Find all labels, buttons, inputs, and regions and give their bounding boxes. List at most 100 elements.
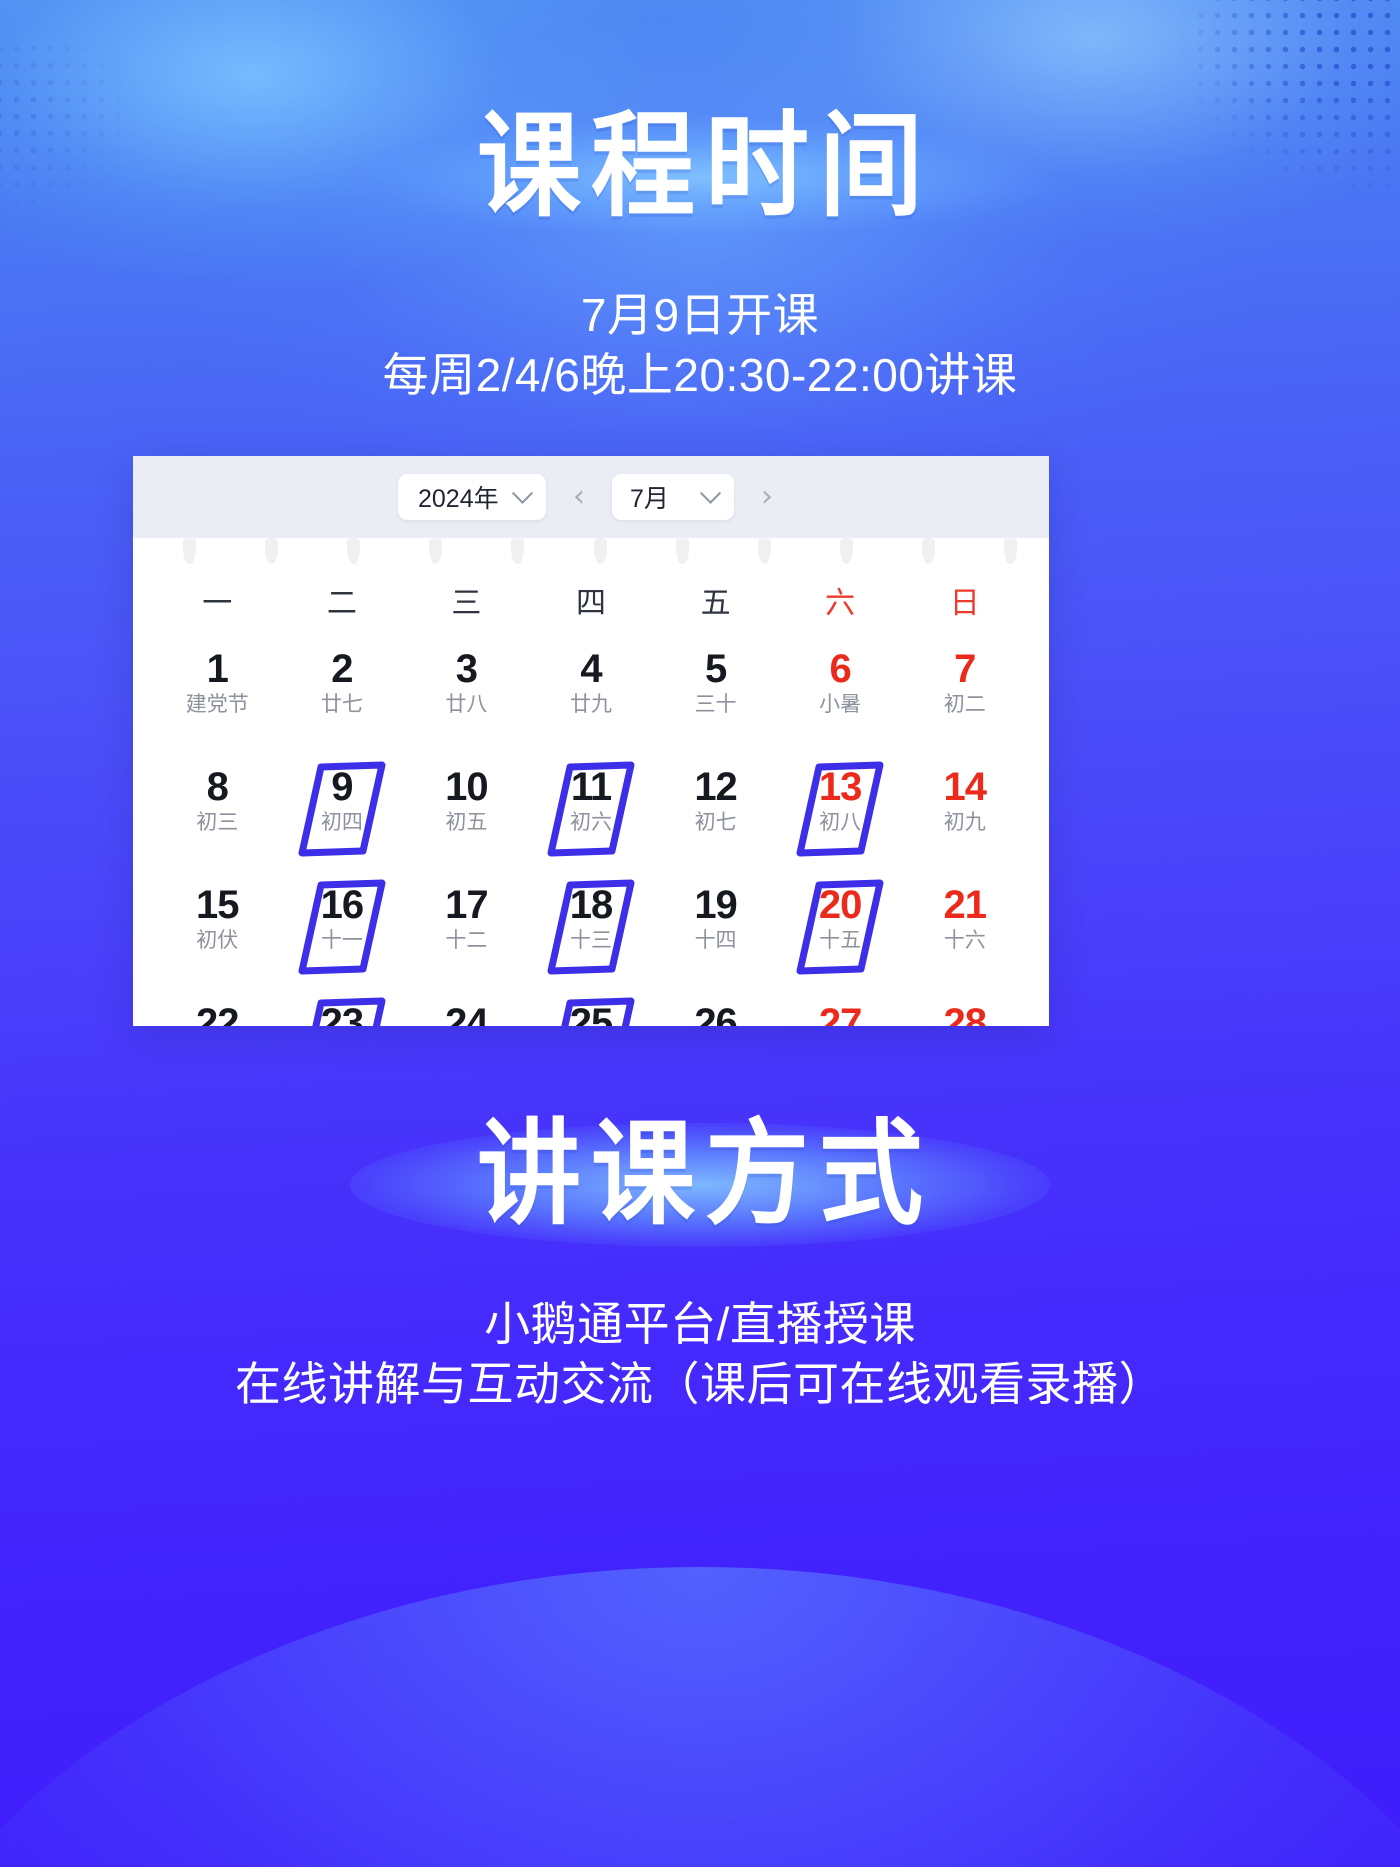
calendar-day-lunar: 三十 bbox=[694, 693, 737, 717]
calendar-hanging-tags bbox=[155, 538, 1027, 566]
calendar-day-number: 13 bbox=[818, 765, 862, 809]
calendar-day-lunar: 初四 bbox=[320, 811, 363, 835]
calendar-weekday-1: 一 bbox=[202, 587, 233, 620]
calendar-day-4[interactable]: 4 廿九 bbox=[529, 642, 654, 740]
calendar-day-3[interactable]: 3 廿八 bbox=[404, 642, 529, 740]
calendar-week-row: 22大暑23十八24十九25中伏26廿一27廿二28廿三 bbox=[155, 996, 1027, 1026]
calendar-day-number: 21 bbox=[943, 883, 986, 927]
method-title: 讲课方式 bbox=[476, 1111, 933, 1239]
calendar-tag-icon bbox=[1004, 538, 1018, 564]
calendar-tag-icon bbox=[347, 538, 361, 564]
calendar-day-8[interactable]: 8 初三 bbox=[155, 760, 280, 858]
calendar-day-lunar: 廿九 bbox=[569, 693, 612, 717]
poster-root: 课程时间 7月9日开课 每周2/4/6晚上20:30-22:00讲课 2024年… bbox=[0, 0, 1400, 1867]
calendar-week-row: 8 初三 9 初四 10 初五 11 初六 12 初七 13 初八 14 初九 bbox=[155, 760, 1027, 858]
calendar-body: 一二三四五六日 1 建党节 2 廿七 3 廿八 4 廿九 5 三十 6 小暑 7 初二 8 初三 9 初四 10 初五… bbox=[133, 538, 1049, 1026]
prev-month-button[interactable]: ‹ bbox=[562, 480, 596, 514]
calendar-header: 2024年 ‹ 7月 › bbox=[133, 456, 1049, 538]
calendar-day-10[interactable]: 10 初五 bbox=[404, 760, 529, 858]
calendar-day-number: 9 bbox=[331, 765, 353, 809]
calendar-day-lunar: 初二 bbox=[943, 693, 986, 717]
month-select[interactable]: 7月 bbox=[612, 474, 734, 520]
calendar-day-number: 11 bbox=[570, 765, 612, 809]
calendar-day-15[interactable]: 15 初伏 bbox=[155, 878, 280, 976]
method-detail-line: 在线讲解与互动交流（课后可在线观看录播） bbox=[235, 1357, 1165, 1410]
calendar-day-21[interactable]: 21 十六 bbox=[902, 878, 1027, 976]
calendar-day-lunar: 十一 bbox=[320, 929, 363, 953]
calendar-week-row: 1 建党节 2 廿七 3 廿八 4 廿九 5 三十 6 小暑 7 初二 bbox=[155, 642, 1027, 740]
calendar-day-number: 18 bbox=[569, 883, 613, 927]
calendar-day-number: 5 bbox=[704, 647, 727, 691]
calendar-day-lunar: 初七 bbox=[694, 811, 737, 835]
calendar-weekday-row: 一二三四五六日 bbox=[155, 578, 1027, 622]
calendar-day-19[interactable]: 19 十四 bbox=[653, 878, 778, 976]
chevron-down-icon bbox=[511, 482, 534, 504]
calendar-day-number: 2 bbox=[331, 647, 353, 691]
calendar-tag-icon bbox=[429, 538, 443, 564]
calendar-day-14[interactable]: 14 初九 bbox=[902, 760, 1027, 858]
calendar-day-lunar: 初九 bbox=[943, 811, 986, 835]
calendar-tag-icon bbox=[675, 538, 689, 564]
calendar-tag-icon bbox=[182, 538, 196, 564]
calendar-day-lunar: 初三 bbox=[196, 811, 239, 835]
calendar-day-lunar: 初伏 bbox=[196, 929, 239, 953]
calendar-day-12[interactable]: 12 初七 bbox=[653, 760, 778, 858]
calendar-day-lunar: 初五 bbox=[445, 811, 488, 835]
calendar-day-number: 6 bbox=[829, 647, 852, 691]
calendar-day-9[interactable]: 9 初四 bbox=[280, 760, 405, 858]
course-schedule-line: 每周2/4/6晚上20:30-22:00讲课 bbox=[382, 348, 1018, 401]
calendar-widget[interactable]: 2024年 ‹ 7月 › 一二三四五六日 1 建党节 2 廿七 3 廿八 4 廿九 5 三十 6 小暑… bbox=[133, 456, 1049, 1026]
calendar-day-28[interactable]: 28廿三 bbox=[902, 996, 1027, 1026]
calendar-day-1[interactable]: 1 建党节 bbox=[155, 642, 280, 740]
calendar-day-number: 14 bbox=[943, 765, 986, 809]
calendar-day-23[interactable]: 23十八 bbox=[280, 996, 405, 1026]
calendar-day-number: 1 bbox=[206, 647, 229, 691]
calendar-weekday-7: 日 bbox=[949, 587, 980, 620]
calendar-day-13[interactable]: 13 初八 bbox=[778, 760, 903, 858]
course-start-line: 7月9日开课 bbox=[580, 289, 820, 341]
calendar-day-22[interactable]: 22大暑 bbox=[155, 996, 280, 1026]
calendar-day-11[interactable]: 11 初六 bbox=[529, 760, 654, 858]
calendar-day-number: 17 bbox=[445, 883, 488, 927]
calendar-weekday-4: 四 bbox=[575, 587, 606, 620]
calendar-day-7[interactable]: 7 初二 bbox=[902, 642, 1027, 740]
calendar-day-lunar: 十五 bbox=[819, 929, 862, 953]
next-month-button[interactable]: › bbox=[750, 480, 784, 514]
calendar-tag-icon bbox=[593, 538, 607, 564]
calendar-day-number: 8 bbox=[206, 765, 229, 809]
calendar-day-27[interactable]: 27廿二 bbox=[778, 996, 903, 1026]
calendar-day-number: 12 bbox=[694, 765, 737, 809]
calendar-day-number: 27 bbox=[818, 1001, 862, 1026]
calendar-day-26[interactable]: 26廿一 bbox=[653, 996, 778, 1026]
calendar-day-6[interactable]: 6 小暑 bbox=[778, 642, 903, 740]
calendar-day-number: 22 bbox=[196, 1001, 239, 1026]
calendar-day-lunar: 十三 bbox=[569, 929, 612, 953]
calendar-day-number: 16 bbox=[320, 883, 364, 927]
calendar-day-2[interactable]: 2 廿七 bbox=[280, 642, 405, 740]
calendar-tag-icon bbox=[265, 538, 279, 564]
calendar-day-25[interactable]: 25中伏 bbox=[529, 996, 654, 1026]
calendar-day-number: 23 bbox=[320, 1001, 364, 1026]
calendar-weekday-2: 二 bbox=[326, 587, 357, 620]
page-title: 课程时间 bbox=[476, 103, 933, 231]
calendar-day-number: 25 bbox=[569, 1001, 613, 1026]
calendar-day-lunar: 十六 bbox=[943, 929, 986, 953]
course-time-subtitle: 7月9日开课 每周2/4/6晚上20:30-22:00讲课 bbox=[0, 286, 1400, 406]
calendar-day-number: 10 bbox=[445, 765, 488, 809]
calendar-day-20[interactable]: 20 十五 bbox=[778, 878, 903, 976]
calendar-day-lunar: 初八 bbox=[819, 811, 862, 835]
calendar-tag-icon bbox=[757, 538, 771, 564]
calendar-day-lunar: 廿七 bbox=[320, 693, 363, 717]
calendar-day-lunar: 小暑 bbox=[819, 693, 862, 717]
calendar-day-24[interactable]: 24十九 bbox=[404, 996, 529, 1026]
calendar-weeks: 1 建党节 2 廿七 3 廿八 4 廿九 5 三十 6 小暑 7 初二 8 初三 9 初四 10 初五 11 初六 12 初七… bbox=[155, 642, 1027, 1026]
calendar-tag-icon bbox=[922, 538, 936, 564]
method-platform-line: 小鹅通平台/直播授课 bbox=[484, 1298, 916, 1350]
calendar-day-17[interactable]: 17 十二 bbox=[404, 878, 529, 976]
calendar-day-5[interactable]: 5 三十 bbox=[653, 642, 778, 740]
calendar-day-number: 19 bbox=[694, 883, 737, 927]
calendar-day-16[interactable]: 16 十一 bbox=[280, 878, 405, 976]
calendar-day-18[interactable]: 18 十三 bbox=[529, 878, 654, 976]
year-select[interactable]: 2024年 bbox=[398, 474, 546, 520]
year-select-value: 2024年 bbox=[418, 485, 499, 513]
